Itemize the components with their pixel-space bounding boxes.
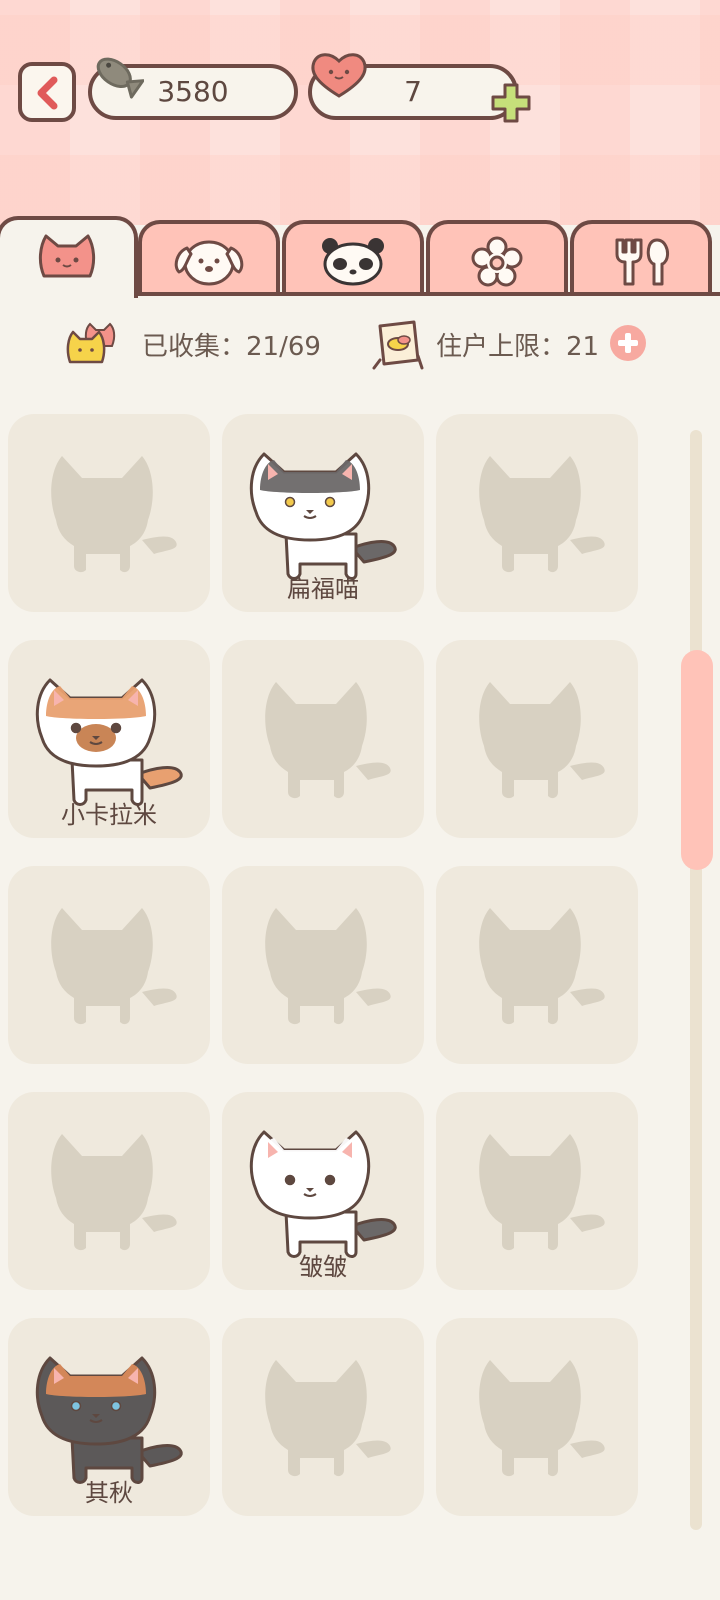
cat-card-locked[interactable] [8, 1092, 210, 1290]
increase-resident-limit-button[interactable] [610, 325, 646, 361]
cat-card-unlocked[interactable]: 扁福喵 [222, 414, 424, 612]
locked-cat-silhouette [479, 682, 605, 799]
locked-cat-silhouette [479, 456, 605, 573]
cat-card-locked[interactable] [436, 414, 638, 612]
scrollbar-track[interactable] [690, 430, 702, 1530]
tab-cats[interactable] [0, 216, 138, 298]
flower-icon [471, 236, 523, 287]
collection-info: 已收集：21/69 住户上限：21 [0, 312, 720, 372]
cat-card-unlocked[interactable]: 皱皱 [222, 1092, 424, 1290]
cat-card-locked[interactable] [436, 640, 638, 838]
cat-card-locked[interactable] [222, 866, 424, 1064]
heart-count: 7 [404, 75, 422, 108]
cat-name-label: 小卡拉米 [61, 801, 157, 829]
resident-limit: 住户上限：21 [436, 332, 600, 362]
fork-spoon-icon [615, 238, 669, 286]
cat-card-locked[interactable] [436, 866, 638, 1064]
locked-cat-silhouette [51, 1134, 177, 1251]
cat-portrait [249, 452, 397, 580]
add-hearts-button[interactable] [490, 82, 532, 124]
cat-portrait [35, 678, 183, 806]
coin-count: 3580 [157, 75, 229, 108]
cat-collection-screen: 3580 7 已收集：21/69 住户上限：21 扁福喵 小卡拉米 皱皱 其秋 [0, 0, 720, 1600]
scrollbar-thumb[interactable] [681, 650, 713, 870]
cat-card-locked[interactable] [8, 414, 210, 612]
cat-card-locked[interactable] [222, 640, 424, 838]
cat-portrait [35, 1356, 183, 1484]
locked-cat-silhouette [265, 1360, 391, 1477]
signboard-icon [372, 320, 424, 370]
chevron-left-icon [37, 76, 58, 110]
locked-cat-silhouette [265, 682, 391, 799]
cat-card-locked[interactable] [436, 1318, 638, 1516]
dog-face-icon [174, 240, 244, 286]
panda-face-icon [322, 238, 384, 286]
cat-card-unlocked[interactable]: 小卡拉米 [8, 640, 210, 838]
locked-cat-silhouette [479, 1360, 605, 1477]
tab-food[interactable] [570, 220, 712, 296]
cat-card-locked[interactable] [222, 1318, 424, 1516]
locked-cat-silhouette [479, 908, 605, 1025]
cat-portrait [249, 1130, 397, 1258]
tab-flowers[interactable] [426, 220, 568, 296]
cat-card-unlocked[interactable]: 其秋 [8, 1318, 210, 1516]
tab-pandas[interactable] [282, 220, 424, 296]
category-tabs [0, 216, 720, 298]
cat-card-locked[interactable] [8, 866, 210, 1064]
collected-count: 已收集：21/69 [142, 332, 321, 362]
tabs-divider-gap [4, 290, 134, 298]
back-button[interactable] [18, 62, 76, 122]
fish-icon [96, 57, 144, 99]
cat-face-icon [38, 234, 96, 278]
locked-cat-silhouette [51, 908, 177, 1025]
tab-dogs[interactable] [138, 220, 280, 296]
cats-collected-icon [66, 322, 116, 364]
cat-name-label: 扁福喵 [287, 575, 359, 603]
locked-cat-silhouette [479, 1134, 605, 1251]
locked-cat-silhouette [51, 456, 177, 573]
cat-name-label: 皱皱 [299, 1253, 347, 1281]
cat-name-label: 其秋 [85, 1479, 133, 1507]
cat-card-locked[interactable] [436, 1092, 638, 1290]
heart-icon [311, 53, 367, 98]
header: 3580 7 [0, 0, 720, 225]
locked-cat-silhouette [265, 908, 391, 1025]
cat-collection-grid: 扁福喵 小卡拉米 皱皱 其秋 [8, 414, 648, 1524]
